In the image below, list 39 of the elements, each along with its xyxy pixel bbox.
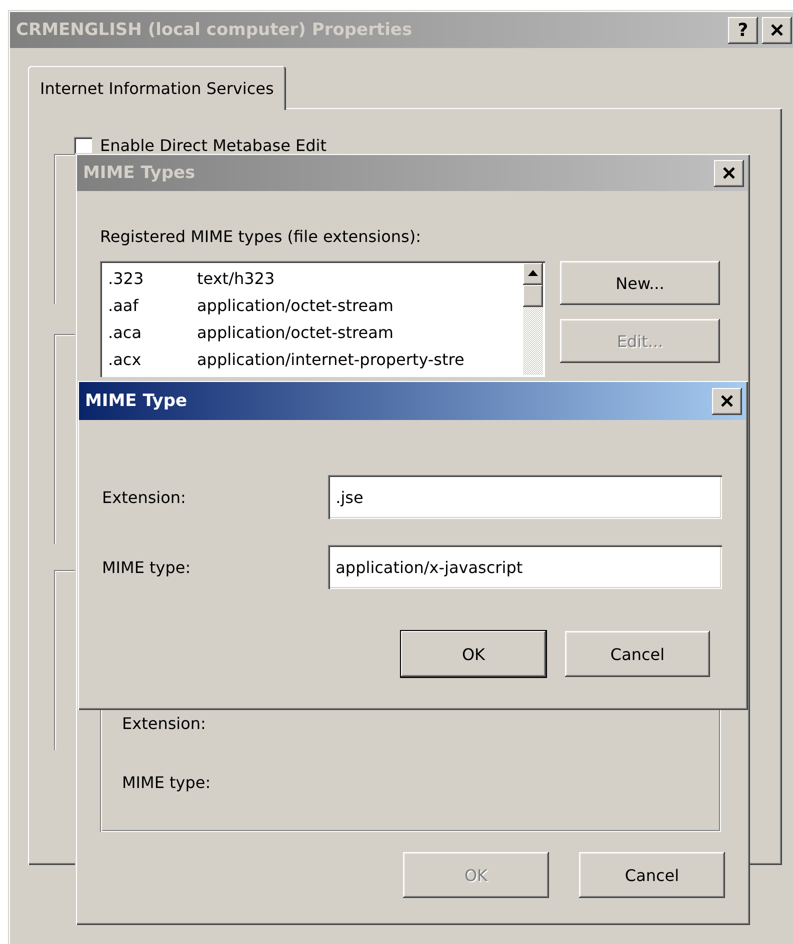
scroll-bar[interactable] [523,263,543,375]
mime-type-text: application/octet-stream [197,296,394,315]
up-arrow-icon [528,270,538,276]
window-title: MIME Type [85,391,188,411]
list-item[interactable]: .acx application/internet-property-stre [102,346,523,373]
extension-label: Extension: [122,714,207,733]
field-label: MIME type: [102,558,192,576]
scroll-thumb[interactable] [523,285,543,307]
close-button[interactable] [712,388,742,414]
close-icon [720,395,734,407]
list-label: Registered MIME types (file extensions): [100,227,422,248]
input-field[interactable]: .jse [328,475,722,519]
extension-text: .323 [108,269,145,288]
window-title: MIME Types [83,163,196,183]
list-item[interactable]: .aaf application/octet-stream [102,292,523,319]
close-icon [770,24,784,36]
mime-type-label: MIME type: [122,773,212,792]
extension-text: .acx [108,350,142,369]
button[interactable]: Cancel [579,852,725,898]
close-icon [722,167,736,179]
field-label: Extension: [102,488,187,506]
help-button[interactable]: ? [728,16,758,44]
button[interactable]: Cancel [565,631,710,677]
button[interactable]: OK [401,631,546,677]
list-item[interactable]: .323 text/h323 [102,265,523,292]
window-title: CRMENGLISH (local computer) Properties [16,20,414,40]
list-item[interactable]: .aca application/octet-stream [102,319,523,346]
mime-type-text: application/internet-property-stre [197,350,464,369]
extension-text: .aaf [108,296,140,315]
input-field[interactable]: application/x-javascript [328,545,722,589]
tab[interactable]: Internet Information Services [28,66,286,110]
checkbox[interactable] [74,136,92,154]
mime-type-text: application/octet-stream [197,323,394,342]
mime-type-text: text/h323 [197,269,275,288]
close-button[interactable] [762,16,792,44]
checkbox-label: Enable Direct Metabase Edit [100,136,327,155]
button[interactable]: New... [560,261,720,305]
close-button[interactable] [714,160,744,186]
extension-text: .aca [108,323,142,342]
